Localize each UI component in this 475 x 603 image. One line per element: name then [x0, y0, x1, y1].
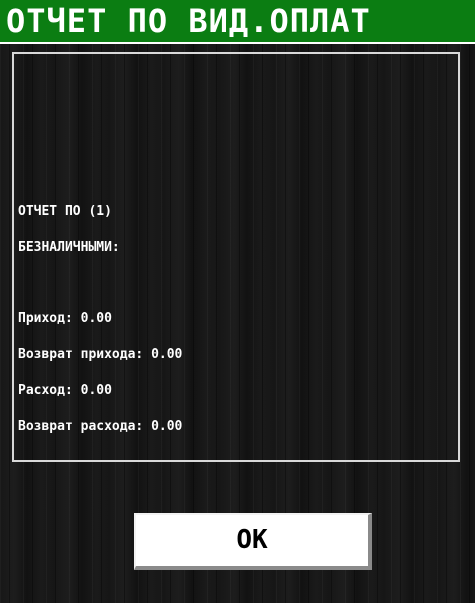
report-label: Возврат расхода: — [18, 419, 144, 434]
report-panel: ОТЧЕТ ПО (1) БЕЗНАЛИЧНЫМИ: Приход: 0.00 … — [12, 52, 460, 462]
report-value: 0.00 — [151, 419, 183, 434]
report-value: 0.00 — [80, 383, 112, 398]
report-heading-line1: ОТЧЕТ ПО (1) — [18, 204, 112, 219]
window-title: ОТЧЕТ ПО ВИД.ОПЛАТ — [0, 0, 475, 44]
report-line-income: Приход: 0.00 — [18, 311, 182, 326]
report-spacer — [18, 278, 182, 289]
report-label: Приход: — [18, 311, 73, 326]
report-label: Расход: — [18, 383, 73, 398]
report-heading-line2: БЕЗНАЛИЧНЫМИ: — [18, 240, 120, 255]
report-value: 0.00 — [151, 347, 183, 362]
report-text: ОТЧЕТ ПО (1) БЕЗНАЛИЧНЫМИ: Приход: 0.00 … — [18, 182, 182, 457]
ok-button[interactable]: OK — [134, 513, 372, 570]
report-line-income-return: Возврат прихода: 0.00 — [18, 347, 183, 362]
report-line-expense: Расход: 0.00 — [18, 383, 182, 398]
report-value: 0.00 — [80, 311, 112, 326]
report-label: Возврат прихода: — [18, 347, 144, 362]
report-line-expense-return: Возврат расхода: 0.00 — [18, 419, 183, 434]
